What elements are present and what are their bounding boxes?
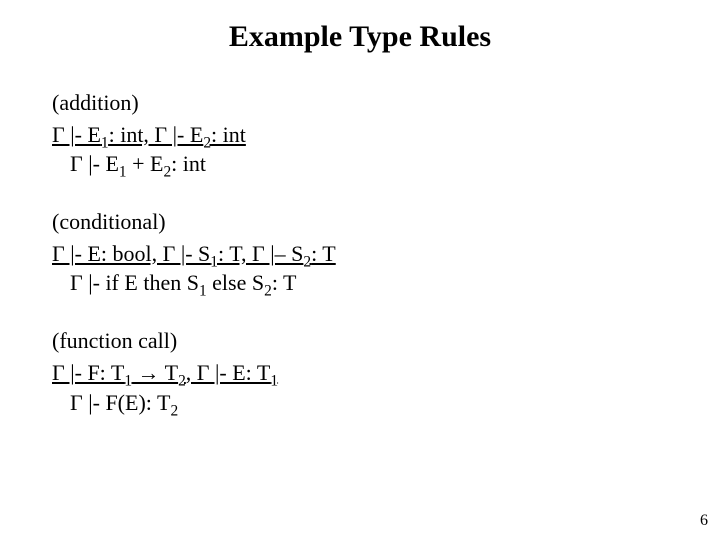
conclusion-part: : T (272, 270, 297, 295)
rule-function-call-conclusion: Γ |- F(E): T2 (52, 388, 672, 418)
rule-addition-premise: Γ |- E1: int, Γ |- E2: int (52, 120, 672, 150)
slide-title: Example Type Rules (0, 20, 720, 54)
premise-part: , Γ |- E: T (186, 360, 271, 385)
rule-function-call-name: (function call) (52, 326, 672, 356)
conclusion-part: + E (127, 151, 164, 176)
subscript: 1 (199, 283, 207, 300)
rule-addition: (addition) Γ |- E1: int, Γ |- E2: int Γ … (52, 88, 672, 179)
premise-part: : T (311, 241, 336, 266)
conclusion-part: : int (171, 151, 206, 176)
premise-part: → T (132, 360, 178, 385)
subscript: 2 (170, 402, 178, 419)
rule-conditional-premise-text: Γ |- E: bool, Γ |- S1: T, Γ |– S2: T (52, 241, 336, 266)
rule-function-call-premise: Γ |- F: T1 → T2, Γ |- E: T1 (52, 358, 672, 388)
premise-part: Γ |- E (52, 122, 101, 147)
conclusion-part: Γ |- F(E): T (70, 390, 170, 415)
premise-part: : int (211, 122, 246, 147)
subscript: 2 (264, 283, 272, 300)
premise-part: : int, Γ |- E (109, 122, 204, 147)
slide-body: (addition) Γ |- E1: int, Γ |- E2: int Γ … (52, 88, 672, 445)
page-number: 6 (700, 512, 708, 530)
premise-part: : T, Γ |– S (218, 241, 303, 266)
rule-addition-conclusion: Γ |- E1 + E2: int (52, 149, 672, 179)
subscript: 2 (163, 164, 171, 181)
subscript: 1 (270, 372, 278, 389)
rule-function-call-premise-text: Γ |- F: T1 → T2, Γ |- E: T1 (52, 360, 278, 385)
premise-part: Γ |- E: bool, Γ |- S (52, 241, 210, 266)
conclusion-part: else S (207, 270, 264, 295)
rule-conditional-premise: Γ |- E: bool, Γ |- S1: T, Γ |– S2: T (52, 239, 672, 269)
conclusion-part: Γ |- if E then S (70, 270, 199, 295)
rule-addition-name: (addition) (52, 88, 672, 118)
slide: Example Type Rules (addition) Γ |- E1: i… (0, 0, 720, 540)
subscript: 1 (124, 372, 132, 389)
rule-function-call: (function call) Γ |- F: T1 → T2, Γ |- E:… (52, 326, 672, 417)
rule-conditional-conclusion: Γ |- if E then S1 else S2: T (52, 268, 672, 298)
premise-part: Γ |- F: T (52, 360, 124, 385)
subscript: 2 (178, 372, 186, 389)
rule-conditional: (conditional) Γ |- E: bool, Γ |- S1: T, … (52, 207, 672, 298)
subscript: 2 (303, 253, 311, 270)
conclusion-part: Γ |- E (70, 151, 119, 176)
subscript: 1 (119, 164, 127, 181)
rule-addition-premise-text: Γ |- E1: int, Γ |- E2: int (52, 122, 246, 147)
rule-conditional-name: (conditional) (52, 207, 672, 237)
